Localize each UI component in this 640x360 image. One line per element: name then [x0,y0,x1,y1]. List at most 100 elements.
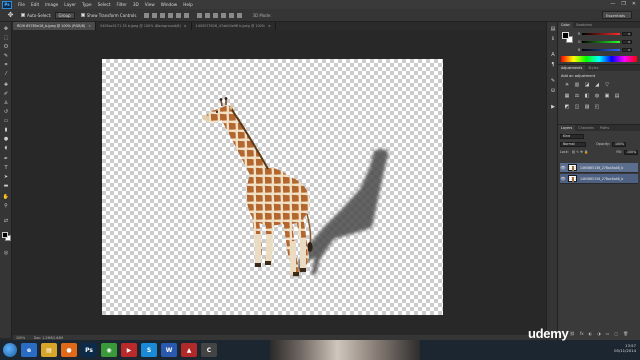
distribute-top-icon[interactable] [197,12,203,18]
clone-source-panel-icon[interactable]: ⛁ [549,88,557,95]
menu-view[interactable]: View [145,2,155,7]
taskbar-app-camtasia[interactable]: C [201,343,217,357]
actions-panel-icon[interactable]: ▶ [549,104,557,111]
hue-saturation-icon[interactable]: ▦ [564,93,570,99]
eye-icon[interactable]: 👁 [560,176,566,181]
path-select-icon[interactable]: ➤ [2,174,10,180]
red-value[interactable]: 0 [622,31,632,36]
menu-image[interactable]: Image [45,2,58,7]
healing-brush-icon[interactable]: ✚ [2,82,10,88]
tab-close-icon[interactable]: × [268,24,271,28]
crop-tool-icon[interactable]: ⌗ [2,62,10,68]
green-slider[interactable] [582,40,620,43]
paragraph-panel-icon[interactable]: ¶ [549,62,557,69]
auto-select-dropdown[interactable]: Group [54,11,75,19]
tab-styles[interactable]: Styles [585,65,601,71]
brightness-icon[interactable]: ☀ [564,82,570,88]
menu-3d[interactable]: 3D [133,2,139,7]
taskbar-app-ie[interactable]: e [21,343,37,357]
taskbar-app-acrobat[interactable]: ▲ [181,343,197,357]
eye-icon[interactable]: 👁 [560,165,566,170]
quick-select-tool-icon[interactable]: ✎ [2,53,10,59]
type-tool-icon[interactable]: T [2,165,10,171]
adjustment-layer-icon[interactable]: ◑ [597,331,601,336]
layer-mask-icon[interactable]: ◐ [589,331,593,336]
maximize-icon[interactable]: ❐ [621,1,625,7]
menu-type[interactable]: Type [82,2,92,7]
menu-help[interactable]: Help [183,2,193,7]
hand-tool-icon[interactable]: ✋ [2,194,10,200]
layer-style-icon[interactable]: fx [580,331,584,336]
tab-swatches[interactable]: Swatches [573,22,595,28]
layer-kind-filter[interactable]: Kind [560,133,584,139]
photo-filter-icon[interactable]: ◍ [594,93,600,99]
eyedropper-tool-icon[interactable]: ⁄ [2,71,10,77]
gradient-map-icon[interactable]: ◰ [594,104,600,110]
menu-edit[interactable]: Edit [31,2,39,7]
history-brush-icon[interactable]: ↺ [2,109,10,115]
eraser-tool-icon[interactable]: ▭ [2,118,10,124]
move-tool-icon[interactable]: ✥ [2,26,10,32]
taskbar-app-explorer[interactable]: ▤ [41,343,57,357]
taskbar-app-word[interactable]: W [161,343,177,357]
canvas-area[interactable] [13,30,546,335]
tab-document-2[interactable]: 5405ac0171 35 b.jpeg @ 100% (Background/… [96,22,192,30]
taskbar-app-firefox[interactable]: ● [61,343,77,357]
lock-icons[interactable]: ▨ ✎ ✥ 🔒 [572,150,588,154]
gradient-tool-icon[interactable]: ▮ [2,127,10,133]
align-center-icon[interactable] [176,12,182,18]
workspace-switcher[interactable]: Essentials [602,11,632,19]
color-spectrum[interactable] [561,56,637,62]
tab-document-3[interactable]: 1405075526_47ab04a98 b.jpeg @ 100% × [192,22,276,30]
blue-slider[interactable] [582,48,620,51]
new-layer-icon[interactable]: ▢ [614,331,618,336]
align-middle-icon[interactable] [152,12,158,18]
menu-select[interactable]: Select [98,2,111,7]
distribute-bottom-icon[interactable] [213,12,219,18]
tab-close-icon[interactable]: × [184,24,187,28]
green-value[interactable]: 0 [622,39,632,44]
history-panel-icon[interactable]: ▤ [549,26,557,33]
start-button[interactable] [3,343,17,357]
document-size[interactable]: Doc: 1.29M/2.64M [34,336,63,340]
fill-input[interactable]: 100% [624,149,638,155]
align-bottom-icon[interactable] [160,12,166,18]
zoom-level[interactable]: 100% [16,336,30,340]
shape-tool-icon[interactable]: ▬ [2,183,10,189]
foreground-color-swatch[interactable] [562,32,569,39]
taskbar-app-media[interactable]: ▶ [121,343,137,357]
minimize-icon[interactable]: — [610,1,615,7]
align-left-icon[interactable] [168,12,174,18]
trash-icon[interactable]: 🗑 [623,331,628,336]
zoom-tool-icon[interactable]: ⚲ [2,203,10,209]
layer-row[interactable]: 👁 1465865156_278ac8a48_b [560,174,638,184]
threshold-icon[interactable]: ▨ [584,104,590,110]
taskbar-app-photoshop[interactable]: Ps [81,343,97,357]
color-lookup-icon[interactable]: ▤ [614,93,620,99]
distribute-middle-icon[interactable] [205,12,211,18]
distribute-center-icon[interactable] [229,12,235,18]
taskbar-app-chrome[interactable]: ◉ [101,343,117,357]
channel-mixer-icon[interactable]: ▣ [604,93,610,99]
tab-adjustments[interactable]: Adjustments [558,65,586,71]
clone-stamp-icon[interactable]: ♙ [2,100,10,106]
menu-window[interactable]: Window [161,2,178,7]
show-transform-checkbox[interactable] [80,13,85,17]
pen-tool-icon[interactable]: ✒ [2,156,10,162]
auto-select-checkbox[interactable] [21,13,25,17]
distribute-left-icon[interactable] [221,12,227,18]
dodge-tool-icon[interactable]: ◖ [2,145,10,151]
align-top-icon[interactable] [144,12,150,18]
character-panel-icon[interactable]: A [549,52,557,59]
align-right-icon[interactable] [184,12,190,18]
menu-layer[interactable]: Layer [64,2,76,7]
properties-panel-icon[interactable]: ℹ [549,36,557,43]
close-icon[interactable]: ✕ [632,1,636,7]
blur-tool-icon[interactable]: ● [2,136,10,142]
link-layers-icon[interactable]: ⛓ [570,331,575,336]
invert-icon[interactable]: ◩ [564,104,570,110]
group-icon[interactable]: ▭ [606,331,610,336]
exposure-icon[interactable]: ◢ [594,82,600,88]
lasso-tool-icon[interactable]: ʘ [2,44,10,50]
swap-colors-icon[interactable]: ⇄ [2,218,10,224]
